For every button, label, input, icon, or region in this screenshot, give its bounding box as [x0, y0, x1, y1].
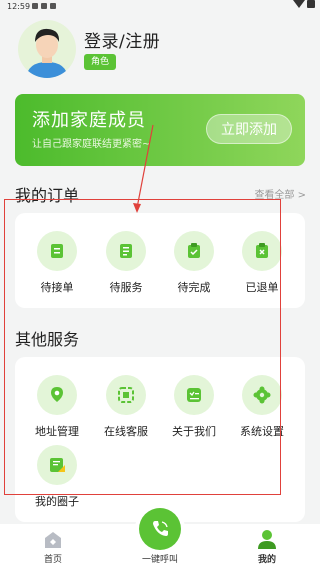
tab-home-label: 首页	[43, 555, 62, 565]
about-us-icon	[174, 375, 214, 415]
service-item-label: 系统设置	[240, 425, 284, 438]
order-item-label: 待服务	[109, 281, 143, 294]
pending-complete-icon	[174, 231, 214, 271]
pending-service-icon	[106, 231, 146, 271]
services-title: 其他服务	[15, 330, 80, 349]
profile-header: 登录/注册 角色	[0, 18, 320, 88]
add-family-banner[interactable]: 添加家庭成员 让自己跟家庭联结更紧密~ 立即添加	[15, 94, 305, 166]
home-icon	[45, 532, 61, 548]
tab-call-label: 一键呼叫	[141, 555, 178, 565]
status-right-icons	[293, 0, 315, 8]
status-time: 12:59	[7, 2, 31, 11]
service-item-settings[interactable]: 系统设置	[232, 375, 292, 439]
phone-call-icon	[153, 521, 168, 536]
service-item-address[interactable]: 地址管理	[27, 375, 87, 439]
order-item-service[interactable]: 待服务	[96, 231, 156, 295]
view-all-orders-link[interactable]: 查看全部 >	[254, 186, 306, 201]
order-item-cancelled[interactable]: 已退单	[232, 231, 292, 295]
tab-mine-label: 我的	[257, 555, 276, 565]
role-badge: 角色	[84, 54, 117, 70]
settings-gear-icon	[242, 375, 282, 415]
service-item-label: 我的圈子	[35, 495, 79, 508]
notification-icons	[32, 3, 56, 9]
banner-subtitle: 让自己跟家庭联结更紧密~	[32, 139, 151, 150]
login-register-link[interactable]: 登录/注册	[84, 27, 160, 52]
tab-mine[interactable]: 我的	[235, 524, 299, 568]
service-item-my-circle[interactable]: 我的圈子	[27, 445, 87, 509]
battery-icon	[307, 0, 315, 8]
tab-home[interactable]: 首页	[21, 524, 85, 568]
customer-service-icon	[106, 375, 146, 415]
order-item-label: 待完成	[177, 281, 211, 294]
orders-card: 待接单 待服务 待完成 已退单	[15, 213, 305, 308]
add-now-button[interactable]: 立即添加	[206, 114, 292, 144]
one-key-call-button[interactable]	[139, 508, 181, 550]
service-item-about[interactable]: 关于我们	[164, 375, 224, 439]
order-item-pending[interactable]: 待接单	[27, 231, 87, 295]
order-item-complete[interactable]: 待完成	[164, 231, 224, 295]
order-item-label: 待接单	[40, 281, 74, 294]
profile-user-icon	[258, 530, 276, 549]
service-item-label: 在线客服	[104, 425, 148, 438]
service-item-online-support[interactable]: 在线客服	[96, 375, 156, 439]
banner-title: 添加家庭成员	[32, 110, 146, 131]
service-item-label: 地址管理	[35, 425, 79, 438]
services-card: 地址管理 在线客服 关于我们 系统设置 我的圈子	[15, 357, 305, 522]
location-pin-icon	[37, 375, 77, 415]
avatar[interactable]	[18, 20, 76, 78]
service-item-label: 关于我们	[172, 425, 216, 438]
cancelled-order-icon	[242, 231, 282, 271]
order-item-label: 已退单	[245, 281, 279, 294]
pending-order-icon	[37, 231, 77, 271]
status-bar: 12:59	[0, 0, 320, 14]
my-circle-icon	[37, 445, 77, 485]
wifi-icon	[293, 0, 305, 8]
orders-title: 我的订单	[15, 186, 80, 205]
